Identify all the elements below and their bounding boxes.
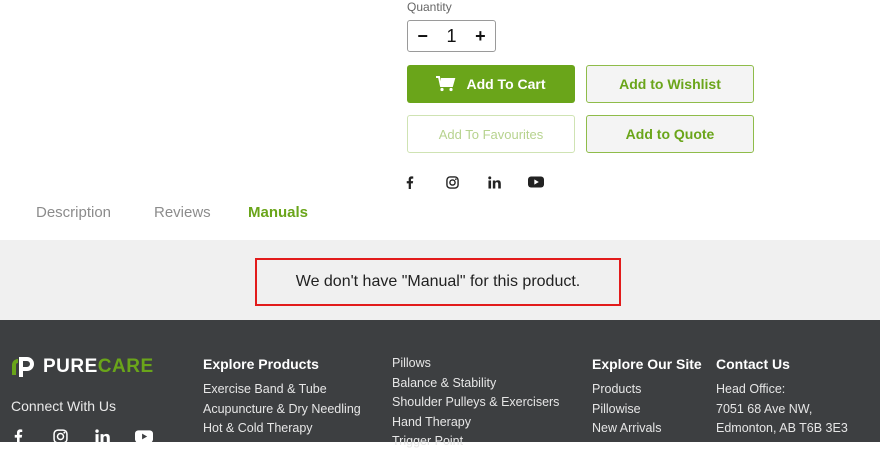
add-to-cart-label: Add To Cart: [466, 76, 546, 92]
footer-link-exercise-band[interactable]: Exercise Band & Tube: [203, 380, 361, 400]
purecare-logo-mark: [12, 357, 34, 377]
footer-link-new-arrivals[interactable]: New Arrivals: [592, 419, 661, 439]
add-to-wishlist-button[interactable]: Add to Wishlist: [586, 65, 754, 103]
facebook-icon[interactable]: [402, 174, 418, 190]
youtube-icon[interactable]: [135, 427, 153, 445]
footer-link-acupuncture[interactable]: Acupuncture & Dry Needling: [203, 400, 361, 420]
add-to-favourites-button[interactable]: Add To Favourites: [407, 115, 575, 153]
footer-social-links: [9, 427, 153, 445]
explore-site-list: Products Pillowise New Arrivals: [592, 380, 661, 439]
linkedin-icon[interactable]: [486, 174, 502, 190]
quantity-stepper[interactable]: − 1 +: [407, 20, 496, 52]
tab-description[interactable]: Description: [36, 204, 111, 221]
tab-manuals[interactable]: Manuals: [248, 204, 308, 221]
footer-link-products[interactable]: Products: [592, 380, 661, 400]
footer-link-hot-cold-therapy[interactable]: Hot & Cold Therapy: [203, 419, 361, 439]
increase-quantity-button[interactable]: +: [475, 27, 486, 45]
add-to-quote-button[interactable]: Add to Quote: [586, 115, 754, 153]
product-share-links: [402, 174, 544, 190]
contact-us-title: Contact Us: [716, 356, 790, 372]
connect-with-us-label: Connect With Us: [11, 398, 117, 414]
cart-icon: [436, 76, 456, 92]
youtube-icon[interactable]: [528, 174, 544, 190]
instagram-icon[interactable]: [444, 174, 460, 190]
explore-products-list: Exercise Band & Tube Acupuncture & Dry N…: [203, 380, 361, 439]
footer-link-balance-stability[interactable]: Balance & Stability: [392, 374, 559, 394]
purecare-logo[interactable]: PURECARE: [11, 355, 154, 379]
footer-link-shoulder-pulleys[interactable]: Shoulder Pulleys & Exercisers: [392, 393, 559, 413]
head-office-label: Head Office:: [716, 382, 786, 396]
quantity-label: Quantity: [407, 0, 452, 14]
footer-link-hand-therapy[interactable]: Hand Therapy: [392, 413, 559, 433]
quantity-value[interactable]: 1: [446, 27, 456, 45]
footer-category-list: Pillows Balance & Stability Shoulder Pul…: [392, 354, 559, 452]
explore-site-title: Explore Our Site: [592, 356, 702, 372]
decrease-quantity-button[interactable]: −: [417, 27, 428, 45]
instagram-icon[interactable]: [51, 427, 69, 445]
facebook-icon[interactable]: [9, 427, 27, 445]
address-line-2: Edmonton, AB T6B 3E3: [716, 421, 848, 435]
no-manual-notice: We don't have "Manual" for this product.: [255, 258, 621, 306]
footer-link-pillowise[interactable]: Pillowise: [592, 400, 661, 420]
add-to-cart-button[interactable]: Add To Cart: [407, 65, 575, 103]
address-line-1: 7051 68 Ave NW,: [716, 401, 813, 416]
footer-link-pillows[interactable]: Pillows: [392, 354, 559, 374]
tab-reviews[interactable]: Reviews: [154, 204, 211, 221]
explore-products-title: Explore Products: [203, 356, 319, 372]
linkedin-icon[interactable]: [93, 427, 111, 445]
purecare-logo-text: PURECARE: [43, 356, 154, 377]
contact-info: Head Office: 7051 68 Ave NW, Edmonton, A…: [716, 380, 848, 439]
